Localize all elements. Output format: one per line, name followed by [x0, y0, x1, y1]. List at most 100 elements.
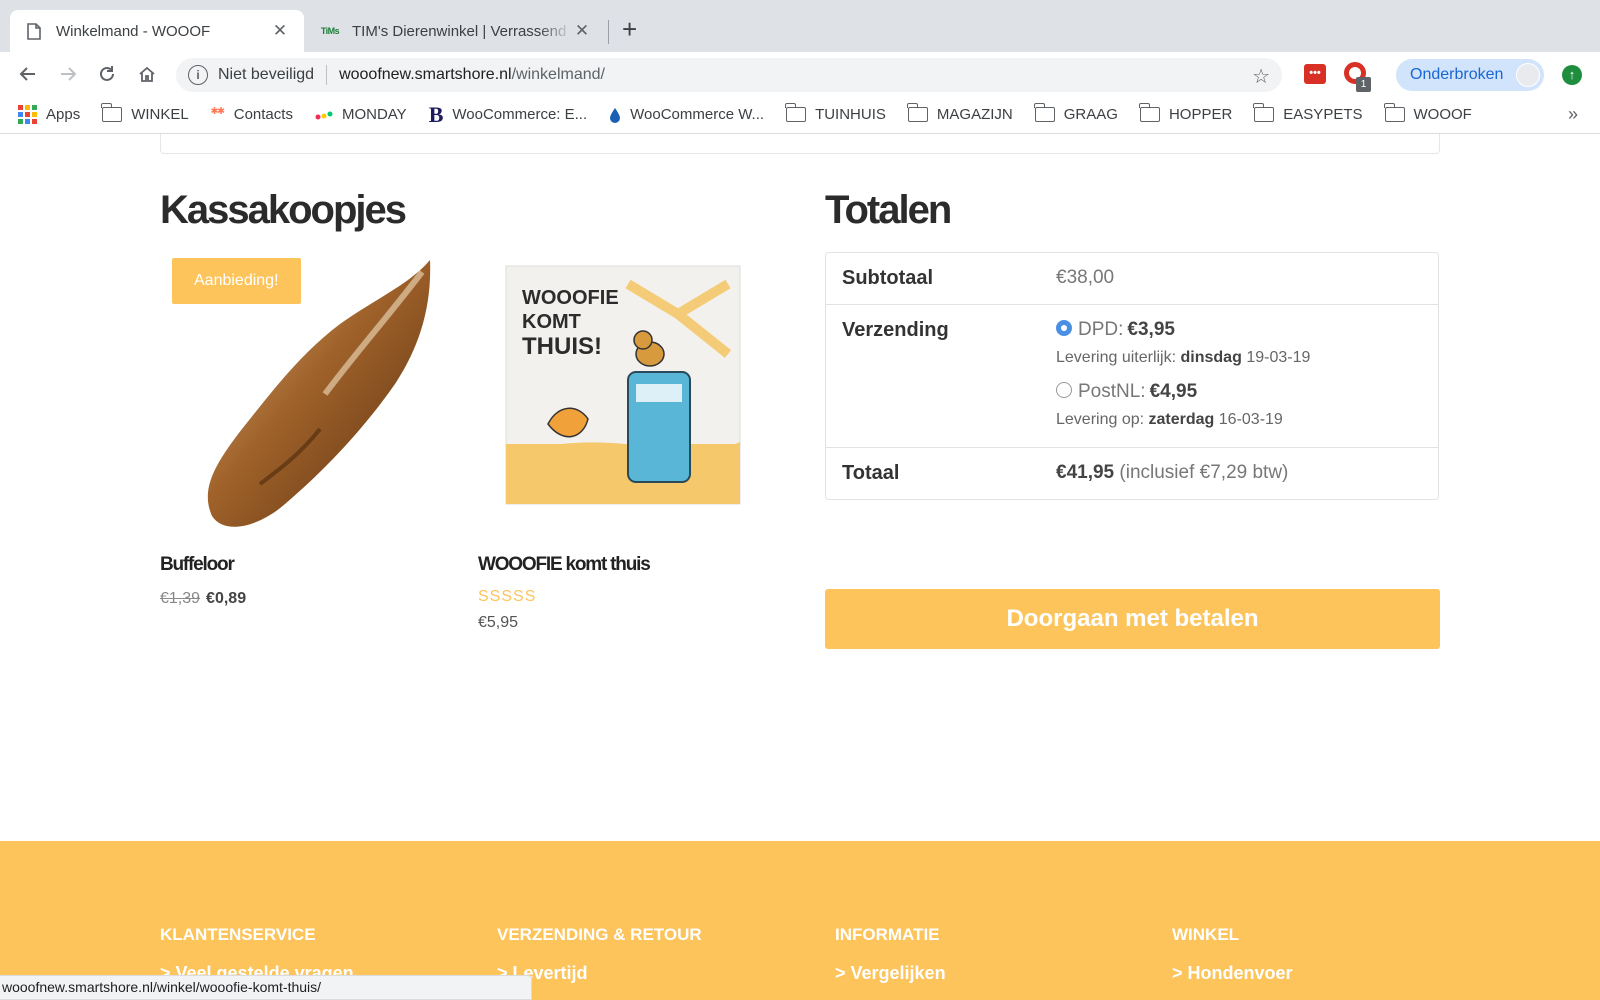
bookmark-graag[interactable]: GRAAG — [1033, 103, 1118, 123]
bookmark-star-icon[interactable]: ☆ — [1252, 64, 1270, 89]
apps-grid-icon — [18, 105, 37, 124]
footer-col-winkel: WINKEL > Hondenvoer — [1172, 925, 1293, 984]
tims-favicon-icon: TiMs — [320, 26, 340, 36]
note-date: 19-03-19 — [1246, 349, 1311, 366]
totals-heading: Totalen — [825, 188, 952, 232]
note-day: zaterdag — [1148, 411, 1215, 428]
postnl-radio[interactable] — [1056, 382, 1072, 398]
bookmark-label: Apps — [46, 106, 81, 123]
rating-stars: SSSSS — [478, 588, 537, 605]
extension-badge: 1 — [1356, 77, 1371, 92]
product-image-wooofie[interactable]: WOOOFIE KOMT THUIS! — [478, 254, 758, 534]
footer-heading: INFORMATIE — [835, 925, 940, 944]
tab-strip: Winkelmand - WOOOF ✕ TiMs TIM's Dierenwi… — [0, 0, 1600, 52]
page-content: Kassakoopjes Aanbieding! Buffeloor €1,39… — [0, 134, 1600, 1000]
forward-icon[interactable] — [54, 60, 82, 88]
bookmark-contacts[interactable]: ᕯ Contacts — [211, 105, 293, 125]
tab-title: Winkelmand - WOOOF — [56, 22, 211, 40]
cross-sells-heading: Kassakoopjes — [160, 188, 407, 232]
close-tab-icon[interactable]: ✕ — [572, 21, 592, 41]
subtotal-value: €38,00 — [1056, 267, 1115, 288]
tab-winkelmand[interactable]: Winkelmand - WOOOF ✕ — [10, 10, 304, 52]
home-icon[interactable] — [133, 60, 161, 88]
folder-icon — [1383, 103, 1405, 122]
extension-lastpass-icon[interactable]: ••• — [1304, 64, 1326, 84]
bookmark-label: EASYPETS — [1283, 106, 1363, 123]
shipping-label: Verzending — [842, 319, 949, 341]
folder-icon — [785, 103, 807, 122]
tab-divider — [608, 20, 609, 44]
folder-icon — [906, 103, 928, 122]
note-date: 16-03-19 — [1218, 411, 1283, 428]
bookmark-woocommerce-e[interactable]: B WooCommerce: E... — [429, 102, 587, 128]
dpd-radio[interactable] — [1056, 320, 1072, 336]
update-arrow-icon[interactable]: ↑ — [1562, 65, 1582, 85]
b-logo-icon: B — [428, 101, 444, 127]
info-icon[interactable]: i — [188, 65, 208, 85]
bookmark-label: GRAAG — [1063, 106, 1118, 123]
old-price: €1,39 — [160, 590, 201, 607]
product-price: €5,95 — [478, 614, 519, 631]
note-prefix: Levering op: — [1056, 411, 1145, 428]
footer-link[interactable]: > Vergelijken — [835, 963, 946, 984]
bookmark-label: WOOOF — [1413, 106, 1472, 123]
bookmark-label: WINKEL — [131, 106, 189, 123]
footer-link[interactable]: > Hondenvoer — [1172, 963, 1293, 984]
back-icon[interactable] — [14, 60, 42, 88]
footer-heading: WINKEL — [1172, 925, 1240, 944]
bookmark-label: WooCommerce: E... — [452, 106, 588, 123]
carrier-name: PostNL: — [1078, 381, 1146, 402]
product-card-wooofie[interactable]: WOOOFIE KOMT THUIS! WOOOFIE komt thuis S… — [478, 254, 758, 632]
folder-icon — [1253, 103, 1275, 122]
footer-heading: KLANTENSERVICE — [160, 925, 316, 944]
product-name[interactable]: WOOOFIE komt thuis — [478, 554, 758, 576]
new-tab-button[interactable]: + — [622, 14, 637, 44]
product-name[interactable]: Buffeloor — [160, 554, 440, 576]
omnibox-divider — [326, 65, 328, 85]
address-bar[interactable]: i Niet beveiligd wooofnew.smartshore.nl /… — [176, 58, 1282, 92]
tab-tims[interactable]: TiMs TIM's Dierenwinkel | Verrassend ✕ — [306, 10, 606, 52]
bookmark-easypets[interactable]: EASYPETS — [1253, 103, 1363, 123]
bookmark-winkel[interactable]: WINKEL — [101, 103, 189, 123]
bookmarks-bar: Apps WINKEL ᕯ Contacts MONDAY B WooComme… — [0, 96, 1600, 134]
bookmark-hopper[interactable]: HOPPER — [1138, 103, 1233, 123]
cover-title-line1: WOOOFIE — [522, 287, 619, 309]
cart-table-bottom — [160, 134, 1440, 154]
bookmark-label: HOPPER — [1168, 106, 1233, 123]
bookmark-magazijn[interactable]: MAGAZIJN — [906, 103, 1013, 123]
bookmark-label: WooCommerce W... — [630, 106, 765, 123]
profile-button[interactable]: Onderbroken — [1396, 59, 1544, 91]
shipping-option-dpd[interactable]: DPD: €3,95 — [1056, 319, 1422, 341]
footer-heading: VERZENDING & RETOUR — [497, 925, 702, 944]
shipping-option-postnl[interactable]: PostNL: €4,95 — [1056, 381, 1422, 403]
note-prefix: Levering uiterlijk: — [1056, 349, 1177, 366]
more-bookmarks-icon[interactable]: » — [1568, 104, 1578, 125]
carrier-name: DPD: — [1078, 319, 1124, 340]
close-tab-icon[interactable]: ✕ — [270, 21, 290, 41]
folder-icon — [101, 103, 123, 122]
cover-title-line3: THUIS! — [522, 333, 602, 360]
product-price: €1,39 €0,89 — [160, 590, 440, 608]
profile-status: Onderbroken — [1410, 66, 1504, 83]
status-url-bar: wooofnew.smartshore.nl/winkel/wooofie-ko… — [0, 975, 532, 1000]
proceed-to-checkout-button[interactable]: Doorgaan met betalen — [825, 589, 1440, 649]
hubspot-icon: ᕯ — [210, 104, 225, 124]
url-host: wooofnew.smartshore.nl — [339, 66, 512, 83]
bookmark-woocommerce-w[interactable]: WooCommerce W... — [609, 106, 764, 123]
bookmark-monday[interactable]: MONDAY — [315, 106, 407, 123]
reload-icon[interactable] — [93, 60, 121, 88]
bookmark-wooof[interactable]: WOOOF — [1383, 103, 1472, 123]
bookmark-tuinhuis[interactable]: TUINHUIS — [785, 103, 886, 123]
product-card-buffeloor[interactable]: Aanbieding! Buffeloor €1,39 €0,89 — [160, 254, 440, 608]
subtotal-label: Subtotaal — [842, 267, 934, 289]
bookmark-label: TUINHUIS — [815, 106, 886, 123]
product-image-buffeloor[interactable]: Aanbieding! — [160, 254, 440, 534]
subtotal-row: Subtotaal €38,00 — [826, 253, 1438, 305]
total-amount: €41,95 — [1056, 462, 1115, 483]
footer-col-informatie: INFORMATIE > Vergelijken — [835, 925, 946, 984]
shipping-row: Verzending DPD: €3,95 Levering uiterlijk… — [826, 305, 1438, 448]
avatar — [1516, 63, 1540, 87]
sale-badge: Aanbieding! — [172, 258, 301, 304]
carrier-price: €4,95 — [1149, 381, 1198, 402]
bookmark-apps[interactable]: Apps — [18, 105, 80, 124]
